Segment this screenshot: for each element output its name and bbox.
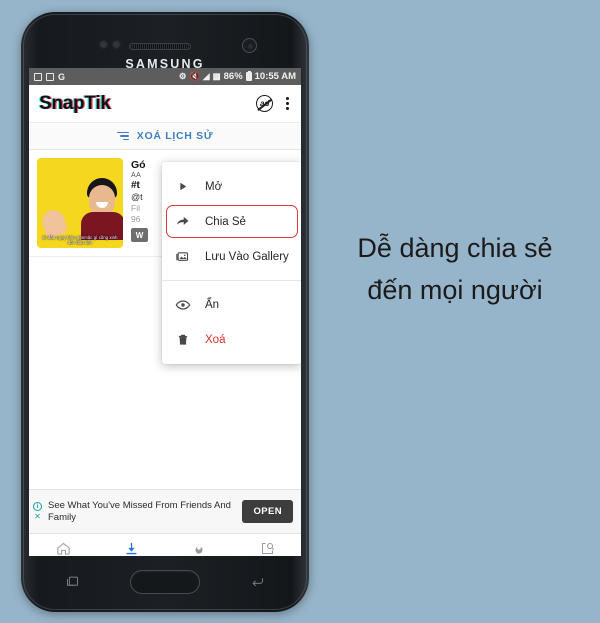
context-menu-label-share: Chia Sẻ — [205, 215, 246, 228]
close-icon[interactable]: ✕ — [34, 513, 41, 521]
phone-device: SAMSUNG G ⚙ 🔇 ◢ ▩ 86% 10:55 AM SnapTik a… — [21, 12, 309, 612]
signal-icon: ▩ — [212, 71, 221, 82]
google-icon: G — [58, 71, 66, 82]
ad-banner[interactable]: i ✕ See What You've Missed From Friends … — [29, 489, 301, 533]
wifi-icon: ◢ — [203, 71, 210, 82]
context-menu-item-save-gallery[interactable]: Lưu Vào Gallery — [162, 239, 301, 274]
status-bar: G ⚙ 🔇 ◢ ▩ 86% 10:55 AM — [29, 68, 301, 85]
explore-search-icon — [260, 541, 275, 556]
status-bar-left-icons: G — [34, 72, 65, 82]
earpiece-speaker — [129, 43, 191, 50]
overflow-menu-icon[interactable] — [284, 95, 291, 112]
context-menu: Mở Chia Sẻ Lưu Vào Gallery Ẩn Xoá — [162, 162, 301, 364]
download-icon — [124, 541, 139, 556]
app-notification-icon — [34, 72, 42, 81]
trash-icon — [174, 333, 191, 347]
ad-open-button[interactable]: OPEN — [242, 500, 293, 523]
context-menu-item-delete[interactable]: Xoá — [162, 322, 301, 357]
no-ads-icon[interactable]: ad — [256, 95, 274, 112]
recents-key-icon[interactable] — [65, 574, 80, 589]
context-menu-label-delete: Xoá — [205, 333, 226, 346]
thumbnail-caption: Đi đâu ngay hôm gì\nmặc gì cũng xinh đón… — [42, 234, 118, 246]
nav-item-explore[interactable]: Explore — [233, 534, 301, 556]
image-icon — [174, 249, 191, 264]
context-menu-item-open[interactable]: Mở — [162, 169, 301, 204]
nav-item-home[interactable]: Home — [29, 534, 97, 556]
nav-item-downloads[interactable]: Downloads — [97, 534, 165, 556]
info-icon[interactable]: i — [33, 502, 42, 511]
app-bar: SnapTik ad — [29, 85, 301, 123]
ad-text: See What You've Missed From Friends And … — [48, 499, 231, 523]
clear-all-icon — [116, 131, 129, 141]
home-key-button[interactable] — [130, 570, 200, 594]
app-bar-actions: ad — [256, 95, 291, 112]
back-key-icon[interactable] — [250, 574, 265, 589]
clock-label: 10:55 AM — [254, 71, 296, 82]
app-title-logo: SnapTik — [39, 92, 111, 114]
context-menu-item-hide[interactable]: Ẩn — [162, 287, 301, 322]
screenshot-icon — [46, 72, 54, 81]
proximity-sensor-icon — [99, 40, 121, 49]
thumbnail-person-illustration — [79, 178, 123, 240]
context-menu-label-hide: Ẩn — [205, 298, 220, 311]
clear-history-button[interactable]: XOÁ LỊCH SỬ — [29, 123, 301, 150]
clear-history-label: XOÁ LỊCH SỬ — [136, 130, 214, 142]
status-bar-right-icons: ⚙ 🔇 ◢ ▩ 86% 10:55 AM — [178, 70, 296, 82]
video-thumbnail[interactable]: Đi đâu ngay hôm gì\nmặc gì cũng xinh đón… — [37, 158, 123, 248]
battery-percent-label: 86% — [223, 71, 243, 82]
ad-badges: i ✕ — [33, 502, 42, 521]
content-area: Đi đâu ngay hôm gì\nmặc gì cũng xinh đón… — [29, 150, 301, 489]
eye-icon — [174, 297, 191, 313]
phone-screen: G ⚙ 🔇 ◢ ▩ 86% 10:55 AM SnapTik ad XOÁ LỊ… — [29, 68, 301, 556]
front-camera-icon — [242, 38, 257, 53]
nav-item-trending[interactable]: Trending — [165, 534, 233, 556]
caption-text: Dễ dàng chia sẻ đến mọi người — [322, 228, 588, 312]
share-icon — [174, 214, 191, 229]
context-menu-divider — [162, 280, 301, 281]
mute-icon: 🔇 — [189, 71, 201, 82]
context-menu-label-save-gallery: Lưu Vào Gallery — [205, 250, 289, 263]
caption-line-2: đến mọi người — [367, 274, 543, 305]
home-icon — [56, 541, 71, 556]
bottom-navigation: Home Downloads Trending — [29, 533, 301, 556]
watch-button[interactable]: W — [131, 228, 148, 242]
play-icon — [174, 180, 191, 193]
context-menu-item-share[interactable]: Chia Sẻ — [166, 205, 298, 238]
sync-icon: ⚙ — [178, 71, 187, 82]
context-menu-label-open: Mở — [205, 180, 223, 193]
caption-line-1: Dễ dàng chia sẻ — [357, 233, 553, 263]
battery-icon — [245, 70, 252, 81]
flame-icon — [192, 541, 206, 556]
